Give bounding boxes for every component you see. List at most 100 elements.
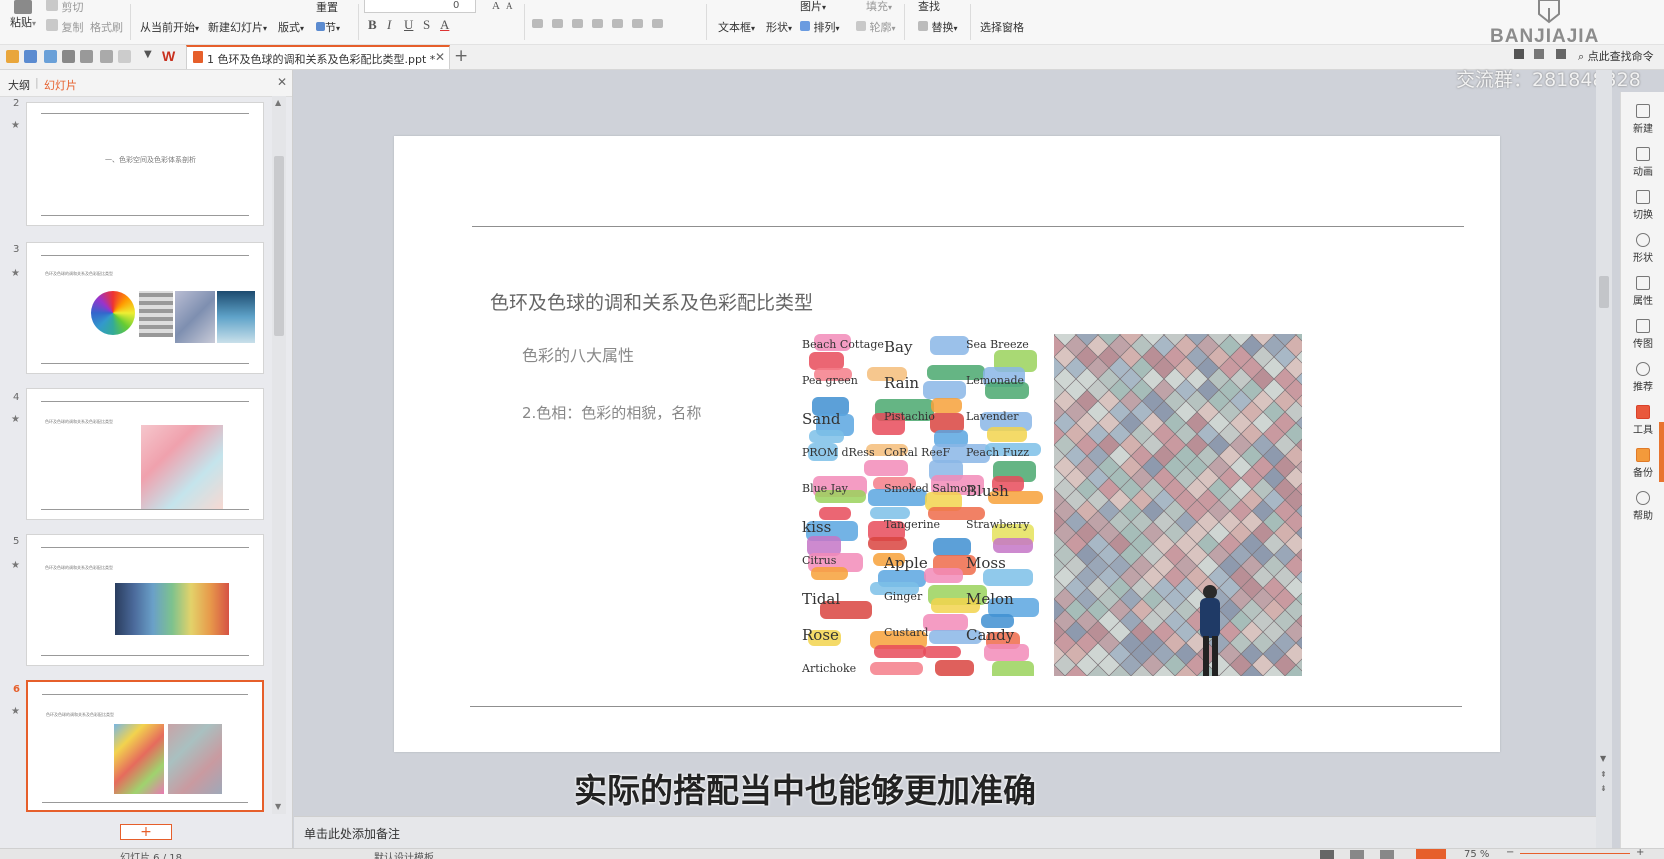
- from-current-label: 从当前开始: [140, 21, 195, 34]
- main-scroll-thumb[interactable]: [1599, 276, 1609, 308]
- document-tab[interactable]: 1 色环及色球的调和关系及色彩配比类型.ppt * ✕: [186, 45, 450, 69]
- outline-button[interactable]: 轮廓▾: [856, 19, 896, 35]
- next-slide-icon[interactable]: ⇟: [1600, 784, 1607, 793]
- transition-tool[interactable]: 切换: [1621, 190, 1664, 221]
- paint-swatch: [867, 536, 908, 551]
- brand-logo: BANJIAJIA: [1490, 26, 1600, 45]
- slide-thumbnail-3[interactable]: 色环及色球的调和关系及色彩配比类型: [26, 242, 264, 374]
- format-painter-button[interactable]: 格式刷: [90, 19, 123, 35]
- property-tool[interactable]: 属性: [1621, 276, 1664, 307]
- watercolor-swatch-image[interactable]: Beach Cottage Bay Sea Breeze Pea green Rain L…: [798, 332, 1046, 676]
- new-tool[interactable]: 新建: [1621, 104, 1664, 135]
- tile-wall-image[interactable]: [1054, 334, 1302, 676]
- slide-thumbnail-6[interactable]: 色环及色球的调和关系及色彩配比类型: [26, 680, 264, 812]
- zoom-slider[interactable]: [1520, 853, 1630, 854]
- redo-icon[interactable]: [118, 50, 131, 63]
- recommend-tool-label: 推荐: [1633, 382, 1653, 393]
- section-label: 节: [325, 21, 336, 34]
- slide-point[interactable]: 2.色相：色彩的相貌，名称: [522, 402, 701, 423]
- slide-thumbnail-4[interactable]: 色环及色球的调和关系及色彩配比类型: [26, 388, 264, 520]
- new-slide-button[interactable]: 新建幻灯片▾: [208, 19, 267, 35]
- customize-qa-icon[interactable]: ▼: [144, 49, 152, 60]
- animation-tool[interactable]: 动画: [1621, 147, 1664, 178]
- tab-outline[interactable]: 大纲: [8, 77, 30, 93]
- replace-button[interactable]: 替换▾: [918, 19, 958, 35]
- thumb-star-icon: ★: [11, 706, 20, 717]
- print-icon[interactable]: [62, 50, 75, 63]
- font-size-box[interactable]: 0: [364, 0, 476, 13]
- panel-scroll-thumb[interactable]: [274, 156, 284, 336]
- scroll-down-icon[interactable]: ▼: [275, 802, 281, 811]
- bold-button[interactable]: B: [368, 17, 377, 33]
- new-tab-icon[interactable]: +: [454, 46, 468, 66]
- slide-title[interactable]: 色环及色球的调和关系及色彩配比类型: [490, 288, 813, 315]
- swatch-word: Apple: [884, 554, 928, 572]
- text-box-button[interactable]: 文本框▾: [718, 19, 755, 35]
- preview-icon[interactable]: [80, 50, 93, 63]
- italic-button[interactable]: I: [387, 17, 391, 33]
- slide-subtitle[interactable]: 色彩的八大属性: [522, 342, 634, 366]
- layout-button[interactable]: 版式▾: [278, 19, 304, 35]
- slide-canvas[interactable]: 色环及色球的调和关系及色彩配比类型 色彩的八大属性 2.色相：色彩的相貌，名称 …: [394, 136, 1500, 752]
- zoom-out-icon[interactable]: −: [1506, 849, 1514, 858]
- prev-slide-icon[interactable]: ⇞: [1600, 770, 1607, 779]
- swatch-word: Blush: [966, 482, 1009, 500]
- thumb-color-wheel: [91, 291, 135, 335]
- thumb-number: 6: [13, 684, 20, 695]
- paste-button[interactable]: 粘贴▾: [10, 0, 36, 30]
- open-icon[interactable]: [6, 50, 19, 63]
- export-icon[interactable]: [44, 50, 57, 63]
- shape-tool[interactable]: 形状: [1621, 233, 1664, 264]
- swatch-word: kiss: [802, 518, 832, 536]
- new-slide-label: 新建幻灯片: [208, 21, 263, 34]
- save-icon[interactable]: [24, 50, 37, 63]
- font-color-button[interactable]: A: [440, 17, 449, 33]
- paint-swatch: [923, 380, 966, 400]
- slide-thumbnail-5[interactable]: 色环及色球的调和关系及色彩配比类型: [26, 534, 264, 666]
- paint-swatch: [869, 506, 910, 519]
- paragraph-tools[interactable]: [532, 18, 692, 30]
- justify-icon: [592, 19, 603, 28]
- panel-scrollbar[interactable]: ▲ ▼: [272, 96, 286, 814]
- swatch-word: Tangerine: [884, 518, 941, 531]
- swatch-word: Beach Cottage: [802, 338, 884, 351]
- outline-label: 轮廓: [869, 21, 892, 34]
- undo-icon[interactable]: [100, 50, 113, 63]
- zoom-in-icon[interactable]: +: [1636, 849, 1644, 858]
- skin-icon[interactable]: [1534, 49, 1544, 59]
- notes-pane[interactable]: 单击此处添加备注: [294, 816, 1596, 849]
- underline-button[interactable]: U: [404, 17, 413, 33]
- cut-button[interactable]: 剪切: [46, 0, 84, 15]
- section-button[interactable]: 节▾: [316, 19, 340, 35]
- shape-button[interactable]: 形状▾: [766, 19, 792, 35]
- recommend-tool[interactable]: 推荐: [1621, 362, 1664, 393]
- scroll-down-icon[interactable]: ▼: [1600, 754, 1606, 763]
- close-tab-icon[interactable]: ✕: [435, 50, 445, 64]
- arrange-button[interactable]: 排列▾: [800, 19, 840, 35]
- align-left-icon: [532, 19, 543, 28]
- main-scrollbar[interactable]: ▼ ⇞ ⇟: [1596, 70, 1612, 848]
- selection-pane-button[interactable]: 选择窗格: [980, 19, 1024, 35]
- backup-tool[interactable]: 备份: [1621, 448, 1664, 479]
- scroll-up-icon[interactable]: ▲: [275, 98, 281, 107]
- upload-tool[interactable]: 传图: [1621, 319, 1664, 350]
- tools-tool[interactable]: 工具: [1621, 405, 1664, 436]
- slide-thumbnail-2[interactable]: 一、色彩空间及色彩体系剖析: [26, 102, 264, 226]
- grow-font-button[interactable]: A: [492, 0, 500, 12]
- slides-panel-header: 大纲 | 幻灯片 ✕: [0, 70, 292, 97]
- reset-button[interactable]: 重置: [316, 0, 338, 15]
- from-current-button[interactable]: 从当前开始▾: [140, 19, 199, 35]
- settings-icon[interactable]: [1556, 49, 1566, 59]
- feedback-icon[interactable]: [1514, 49, 1524, 59]
- find-button[interactable]: 查找: [918, 0, 940, 14]
- search-command[interactable]: ⌕ 点此查找命令: [1578, 48, 1654, 64]
- fill-button[interactable]: 填充▾: [866, 0, 892, 14]
- add-slide-button[interactable]: +: [120, 824, 172, 840]
- help-tool[interactable]: 帮助: [1621, 491, 1664, 522]
- shadow-button[interactable]: S: [423, 17, 430, 33]
- close-panel-icon[interactable]: ✕: [277, 75, 287, 89]
- tab-slides[interactable]: 幻灯片: [44, 77, 77, 93]
- shrink-font-button[interactable]: A: [506, 1, 513, 11]
- picture-button[interactable]: 图片▾: [800, 0, 826, 14]
- copy-button[interactable]: 复制: [46, 19, 84, 35]
